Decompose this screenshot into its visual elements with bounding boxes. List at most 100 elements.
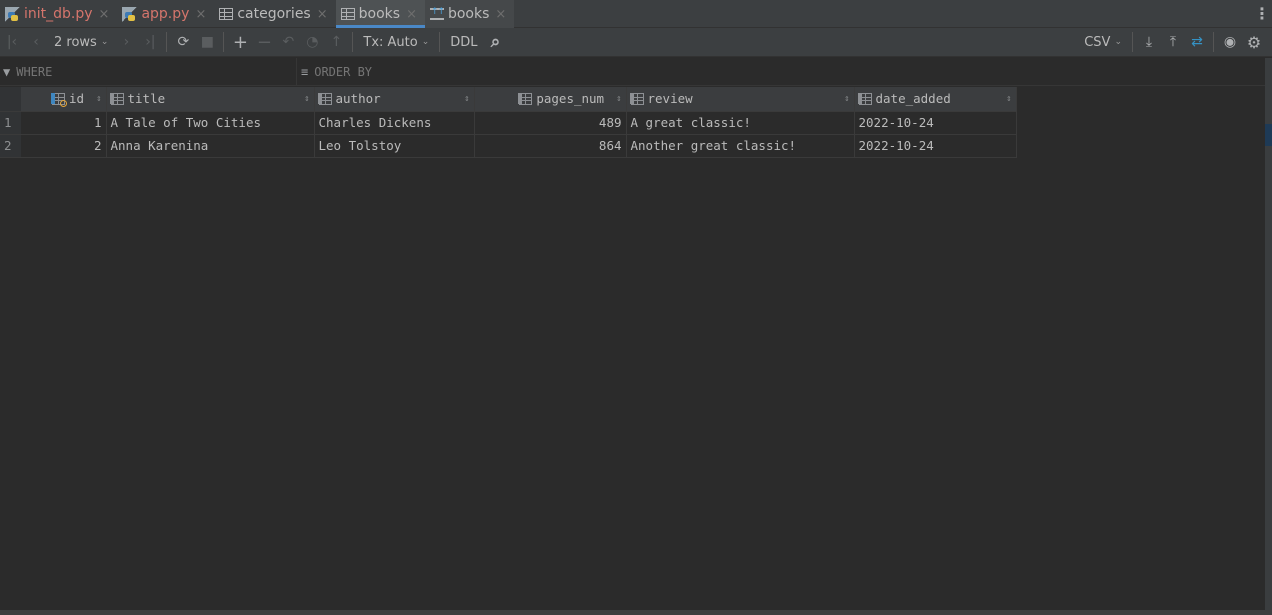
vertical-scrollbar[interactable] (1265, 58, 1272, 610)
cell-id[interactable]: 2 (21, 134, 107, 158)
toolbar-separator (439, 32, 441, 52)
row-number[interactable]: 1 (0, 111, 21, 135)
header-row: id ⇕ title ⇕ author ⇕ pages_num ⇕ review… (0, 87, 1017, 112)
tab-label: init_db.py (24, 6, 93, 22)
sort-toggle-icon[interactable]: ⇕ (458, 94, 469, 104)
table-row[interactable]: 2 2 Anna Karenina Leo Tolstoy 864 Anothe… (0, 134, 1017, 158)
add-row-icon[interactable]: + (228, 28, 252, 57)
cell-pages-num[interactable]: 489 (474, 111, 627, 135)
tab-app-py[interactable]: app.py × (117, 0, 214, 28)
cell-review[interactable]: A great classic! (626, 111, 855, 135)
chevron-down-icon: ⌄ (421, 37, 430, 47)
toolbar-separator (166, 32, 168, 52)
transaction-mode-dropdown[interactable]: Tx: Auto ⌄ (357, 28, 435, 57)
tab-label: books (447, 6, 490, 22)
tab-label: books (358, 6, 401, 22)
chevron-down-icon: ⌄ (100, 37, 109, 47)
primary-key-column-icon (51, 92, 68, 107)
cell-date-added[interactable]: 2022-10-24 (854, 134, 1017, 158)
tab-init-db-py[interactable]: init_db.py × (0, 0, 117, 28)
settings-icon[interactable]: ⚙ (1242, 28, 1266, 57)
column-name: review (647, 91, 693, 107)
sort-toggle-icon[interactable]: ⇕ (610, 94, 621, 104)
column-icon (109, 92, 124, 105)
sort-toggle-icon[interactable]: ⇕ (298, 94, 309, 104)
sort-toggle-icon[interactable]: ⇕ (90, 94, 101, 104)
column-header-author[interactable]: author ⇕ (314, 87, 475, 112)
close-icon[interactable]: × (406, 7, 417, 22)
cell-date-added[interactable]: 2022-10-24 (854, 111, 1017, 135)
cell-author[interactable]: Leo Tolstoy (314, 134, 475, 158)
sort-toggle-icon[interactable]: ⇕ (838, 94, 849, 104)
filter-icon[interactable]: ▼ (3, 65, 10, 79)
tab-books-ddl[interactable]: books × (424, 0, 515, 28)
cell-review[interactable]: Another great classic! (626, 134, 855, 158)
delete-row-icon[interactable]: − (252, 28, 276, 57)
column-header-date-added[interactable]: date_added ⇕ (854, 87, 1017, 112)
column-header-pages-num[interactable]: pages_num ⇕ (474, 87, 627, 112)
column-name: author (335, 91, 381, 107)
scrollbar-thumb[interactable] (1265, 124, 1272, 146)
toolbar-separator (223, 32, 225, 52)
view-options-icon[interactable]: ◉ (1218, 28, 1242, 57)
tab-categories[interactable]: categories × (214, 0, 335, 28)
cell-pages-num[interactable]: 864 (474, 134, 627, 158)
row-number-header (0, 87, 21, 112)
first-page-icon[interactable]: |‹ (0, 28, 24, 57)
where-filter[interactable]: ▼ (0, 58, 297, 85)
order-by-filter[interactable]: ≡ (297, 58, 555, 85)
table-icon (340, 8, 355, 20)
ddl-button[interactable]: DDL (444, 28, 483, 57)
stop-icon[interactable]: ■ (195, 28, 219, 57)
table-row[interactable]: 1 1 A Tale of Two Cities Charles Dickens… (0, 111, 1017, 135)
column-name: id (69, 91, 85, 107)
compare-icon[interactable]: ⇄ (1185, 28, 1209, 57)
column-header-id[interactable]: id ⇕ (21, 87, 107, 112)
export-format-dropdown[interactable]: CSV ⌄ (1078, 28, 1128, 57)
tab-books-data[interactable]: books × (335, 0, 426, 28)
column-icon (857, 92, 872, 105)
where-input[interactable] (16, 64, 257, 79)
refresh-icon[interactable]: ⟳ (171, 28, 195, 57)
column-icon (317, 92, 332, 105)
data-editor-toolbar: |‹ ‹ 2 rows ⌄ › ›| ⟳ ■ + − ↶ ◔ ↑ Tx: Aut… (0, 28, 1272, 57)
toolbar-separator (1213, 32, 1214, 52)
tab-label: app.py (141, 6, 190, 22)
import-icon[interactable]: ⤒ (1161, 28, 1185, 57)
submit-icon[interactable]: ↑ (324, 28, 348, 57)
search-icon[interactable]: ⌕ (484, 28, 508, 57)
column-header-title[interactable]: title ⇕ (106, 87, 315, 112)
last-page-icon[interactable]: ›| (138, 28, 162, 57)
cell-author[interactable]: Charles Dickens (314, 111, 475, 135)
preview-changes-icon[interactable]: ◔ (300, 28, 324, 57)
next-page-icon[interactable]: › (114, 28, 138, 57)
more-options-icon[interactable]: ⋮ (1252, 0, 1272, 27)
cell-title[interactable]: Anna Karenina (106, 134, 315, 158)
cell-title[interactable]: A Tale of Two Cities (106, 111, 315, 135)
row-number[interactable]: 2 (0, 134, 21, 158)
table-icon (219, 8, 234, 20)
close-icon[interactable]: × (99, 7, 110, 22)
close-icon[interactable]: × (195, 7, 206, 22)
close-icon[interactable]: × (495, 7, 506, 22)
column-icon (629, 92, 644, 105)
column-header-review[interactable]: review ⇕ (626, 87, 855, 112)
rows-count-label: 2 rows (54, 34, 97, 50)
column-icon (518, 92, 533, 105)
close-icon[interactable]: × (317, 7, 328, 22)
sort-toggle-icon[interactable]: ⇕ (1000, 94, 1011, 104)
cell-id[interactable]: 1 (21, 111, 107, 135)
python-file-icon (5, 6, 20, 22)
tab-label: categories (237, 6, 311, 22)
toolbar-separator (1132, 32, 1133, 52)
transaction-mode-label: Tx: Auto (363, 34, 418, 50)
ddl-icon (429, 7, 444, 20)
previous-page-icon[interactable]: ‹ (24, 28, 48, 57)
toolbar-separator (352, 32, 354, 52)
export-icon[interactable]: ⤓ (1137, 28, 1161, 57)
filter-bar: ▼ ≡ (0, 58, 1265, 86)
rows-count-dropdown[interactable]: 2 rows ⌄ (48, 28, 114, 57)
order-by-input[interactable] (314, 64, 555, 79)
revert-icon[interactable]: ↶ (276, 28, 300, 57)
sort-icon[interactable]: ≡ (301, 65, 308, 79)
